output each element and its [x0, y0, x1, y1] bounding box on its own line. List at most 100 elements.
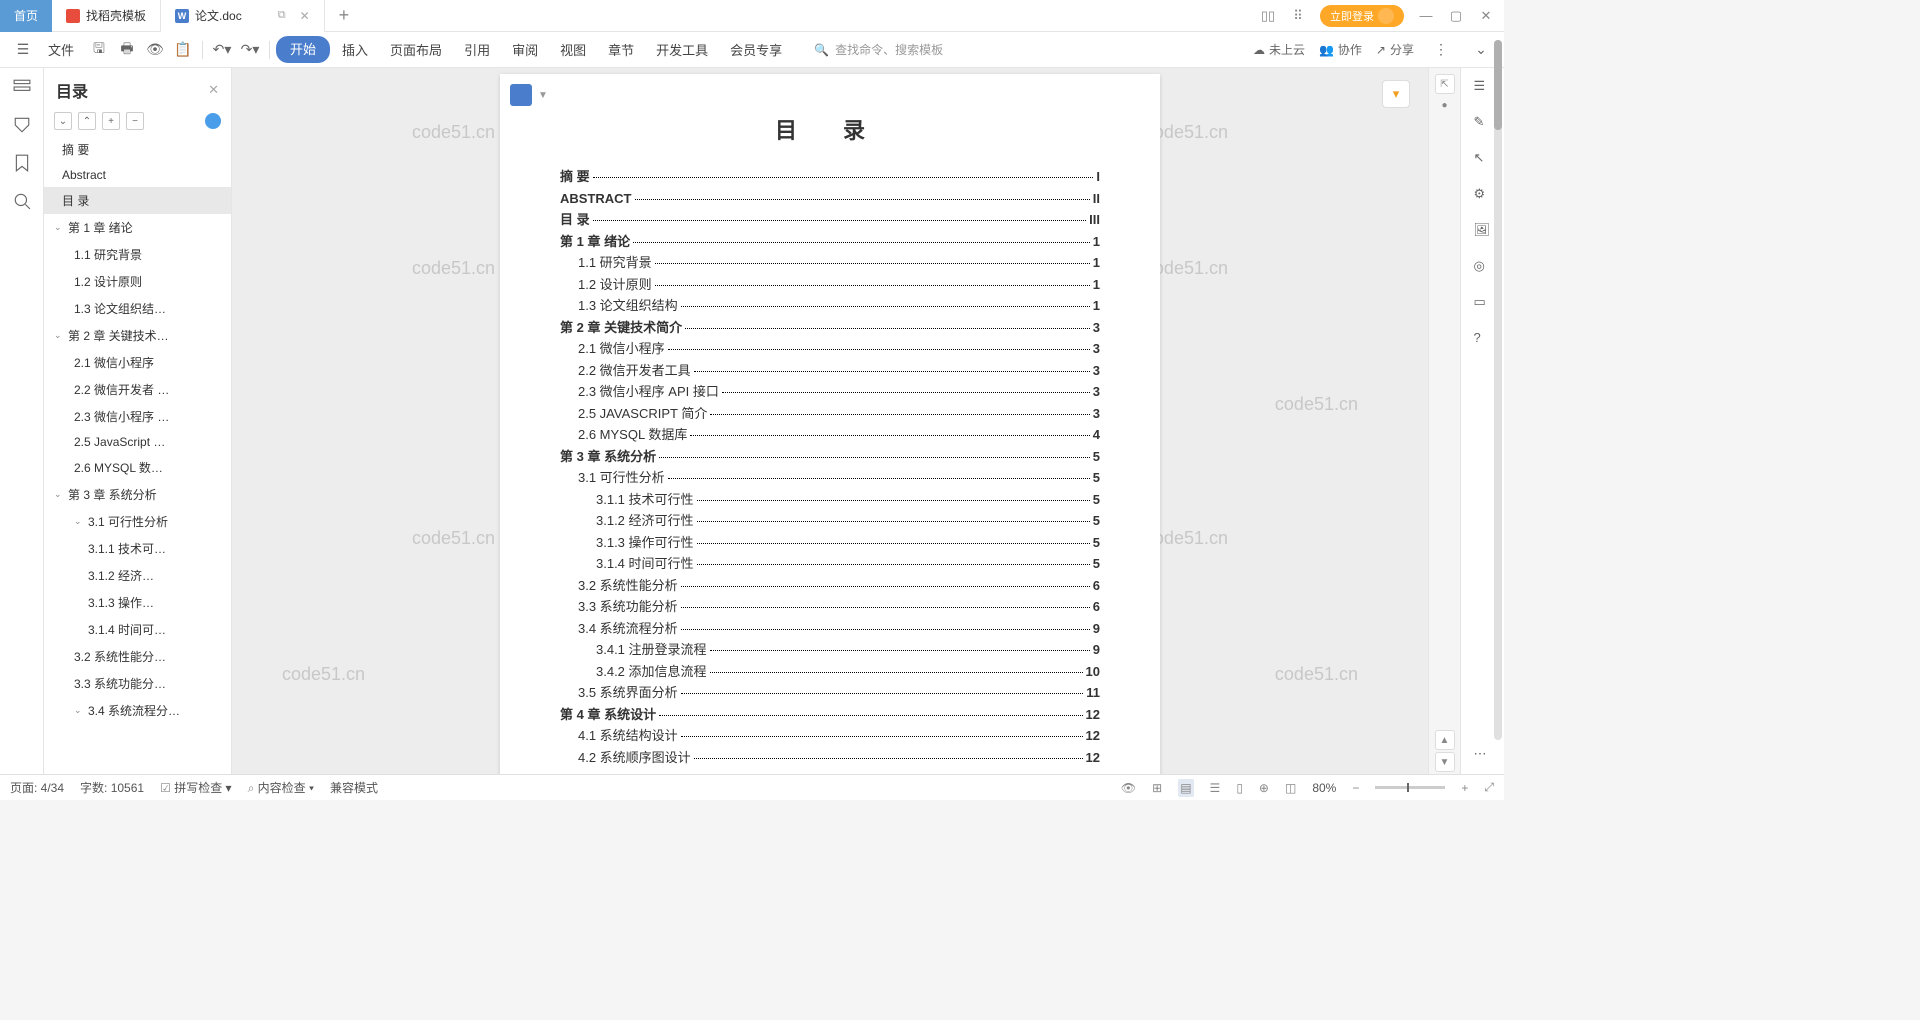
minimize-icon[interactable]: — [1418, 8, 1434, 24]
pen-icon[interactable]: ✎ [1474, 114, 1492, 132]
help-icon[interactable]: ? [1474, 330, 1492, 348]
document-viewport[interactable]: code51.cn code51.cn code51.cn code51.cn … [232, 68, 1428, 774]
add-icon[interactable]: + [102, 112, 120, 130]
close-tab-icon[interactable]: ✕ [300, 9, 310, 23]
more-dots-icon[interactable]: ⋯ [1474, 746, 1492, 764]
menu-插入[interactable]: 插入 [332, 36, 378, 63]
page-view-icon[interactable]: ▤ [1178, 779, 1193, 797]
outline-item[interactable]: ⌄第 1 章 绪论 [44, 214, 231, 241]
copy-icon[interactable]: 📋 [170, 37, 196, 63]
share-button[interactable]: ↗分享 [1376, 41, 1414, 58]
outline-view-icon[interactable]: ☰ [1210, 781, 1221, 795]
expand-icon[interactable]: ⤢ [1484, 780, 1494, 795]
filter-float-icon[interactable]: ▾ [1382, 80, 1410, 108]
collapse-all-icon[interactable]: ⌄ [54, 112, 72, 130]
save-icon[interactable]: 🖫 [86, 37, 112, 63]
outline-item[interactable]: 2.2 微信开发者 … [44, 376, 231, 403]
outline-item[interactable]: ⌄3.1 可行性分析 [44, 508, 231, 535]
new-tab-button[interactable]: + [325, 0, 364, 32]
menu-lines-icon[interactable]: ☰ [1474, 78, 1492, 96]
outline-item[interactable]: 3.1.3 操作… [44, 589, 231, 616]
eye-icon[interactable]: 👁 [1121, 781, 1136, 795]
outline-item[interactable]: 1.2 设计原则 [44, 268, 231, 295]
outline-item[interactable]: ⌄第 3 章 系统分析 [44, 481, 231, 508]
print-icon[interactable]: 🖶 [114, 37, 140, 63]
cursor-icon[interactable]: ↖ [1474, 150, 1492, 168]
outline-item[interactable]: 摘 要 [44, 136, 231, 163]
zoom-level[interactable]: 80% [1312, 781, 1336, 795]
fit-icon[interactable]: ◫ [1285, 781, 1296, 795]
expand-all-icon[interactable]: ⌃ [78, 112, 96, 130]
settings-flow-icon[interactable]: ⚙ [1474, 186, 1492, 204]
pocket-icon[interactable] [13, 116, 31, 134]
login-button[interactable]: 立即登录 [1320, 5, 1404, 27]
compat-mode[interactable]: 兼容模式 [330, 779, 378, 796]
outline-item[interactable]: 3.2 系统性能分… [44, 643, 231, 670]
scroll-thumb[interactable] [1494, 40, 1502, 130]
outline-rail-icon[interactable] [13, 78, 31, 96]
scroll-top-icon[interactable]: ⇱ [1435, 74, 1455, 94]
outline-item[interactable]: 3.1.4 时间可… [44, 616, 231, 643]
remove-icon[interactable]: − [126, 112, 144, 130]
spell-check[interactable]: ☑ 拼写检查 ▾ [160, 779, 231, 796]
close-outline-icon[interactable]: ✕ [208, 82, 219, 98]
outline-item[interactable]: 2.6 MYSQL 数… [44, 454, 231, 481]
bookmark-icon[interactable] [13, 154, 31, 172]
preview-icon[interactable]: 👁 [142, 37, 168, 63]
maximize-icon[interactable]: ▢ [1448, 8, 1464, 24]
outline-item[interactable]: ⌄3.4 系统流程分… [44, 697, 231, 724]
more-icon[interactable]: ⋮ [1428, 37, 1454, 63]
outline-item[interactable]: 3.1.2 经济… [44, 562, 231, 589]
page-icon[interactable] [510, 84, 532, 106]
command-search[interactable]: 🔍查找命令、搜索模板 [814, 41, 943, 58]
language-icon[interactable]: ⊕ [1259, 781, 1269, 795]
zoom-in-icon[interactable]: + [1461, 781, 1468, 795]
hamburger-icon[interactable]: ☰ [10, 37, 36, 63]
zen-icon[interactable]: ⊞ [1152, 781, 1162, 795]
collab-button[interactable]: 👥协作 [1319, 41, 1362, 58]
menu-引用[interactable]: 引用 [454, 36, 500, 63]
tab-home[interactable]: 首页 [0, 0, 52, 32]
layout-icon[interactable]: ▯▯ [1260, 8, 1276, 24]
outline-item[interactable]: ⌄第 2 章 关键技术… [44, 322, 231, 349]
scrollbar[interactable] [1494, 40, 1502, 740]
tab-template[interactable]: 找稻壳模板 [52, 0, 161, 32]
word-count[interactable]: 字数: 10561 [80, 779, 144, 796]
menu-会员专享[interactable]: 会员专享 [720, 36, 792, 63]
page-up-icon[interactable]: ▲ [1435, 730, 1455, 750]
collapse-ribbon-icon[interactable]: ⌄ [1468, 37, 1494, 63]
image-icon[interactable]: 🖼 [1474, 222, 1492, 240]
outline-item[interactable]: 3.3 系统功能分… [44, 670, 231, 697]
outline-item[interactable]: 3.1.1 技术可… [44, 535, 231, 562]
menu-file[interactable]: 文件 [38, 36, 84, 63]
outline-item[interactable]: 2.1 微信小程序 [44, 349, 231, 376]
web-view-icon[interactable]: ▯ [1236, 781, 1243, 795]
content-check[interactable]: ⌕ 内容检查 ▾ [248, 779, 314, 796]
page-down-icon[interactable]: ▼ [1435, 752, 1455, 772]
cloud-status[interactable]: ☁未上云 [1253, 41, 1305, 58]
sync-badge-icon[interactable] [205, 113, 221, 129]
page-indicator[interactable]: 页面: 4/34 [10, 779, 64, 796]
zoom-out-icon[interactable]: − [1352, 781, 1359, 795]
apps-icon[interactable]: ⠿ [1290, 8, 1306, 24]
menu-开始[interactable]: 开始 [276, 36, 330, 63]
page-dropdown-icon[interactable]: ▼ [538, 88, 548, 103]
detach-icon[interactable]: ⧉ [278, 9, 286, 22]
search-rail-icon[interactable] [13, 192, 31, 210]
outline-item[interactable]: 2.3 微信小程序 … [44, 403, 231, 430]
outline-item[interactable]: 2.5 JavaScript … [44, 430, 231, 454]
menu-开发工具[interactable]: 开发工具 [646, 36, 718, 63]
outline-item[interactable]: 1.1 研究背景 [44, 241, 231, 268]
undo-icon[interactable]: ↶▾ [209, 37, 235, 63]
menu-视图[interactable]: 视图 [550, 36, 596, 63]
outline-item[interactable]: 1.3 论文组织结… [44, 295, 231, 322]
outline-item[interactable]: 目 录 [44, 187, 231, 214]
redo-icon[interactable]: ↷▾ [237, 37, 263, 63]
target-icon[interactable]: ◎ [1474, 258, 1492, 276]
menu-审阅[interactable]: 审阅 [502, 36, 548, 63]
menu-章节[interactable]: 章节 [598, 36, 644, 63]
outline-item[interactable]: Abstract [44, 163, 231, 187]
zoom-slider[interactable] [1375, 786, 1445, 789]
tab-document[interactable]: W论文.doc ⧉ ✕ [161, 0, 325, 32]
book-icon[interactable]: ▭ [1474, 294, 1492, 312]
